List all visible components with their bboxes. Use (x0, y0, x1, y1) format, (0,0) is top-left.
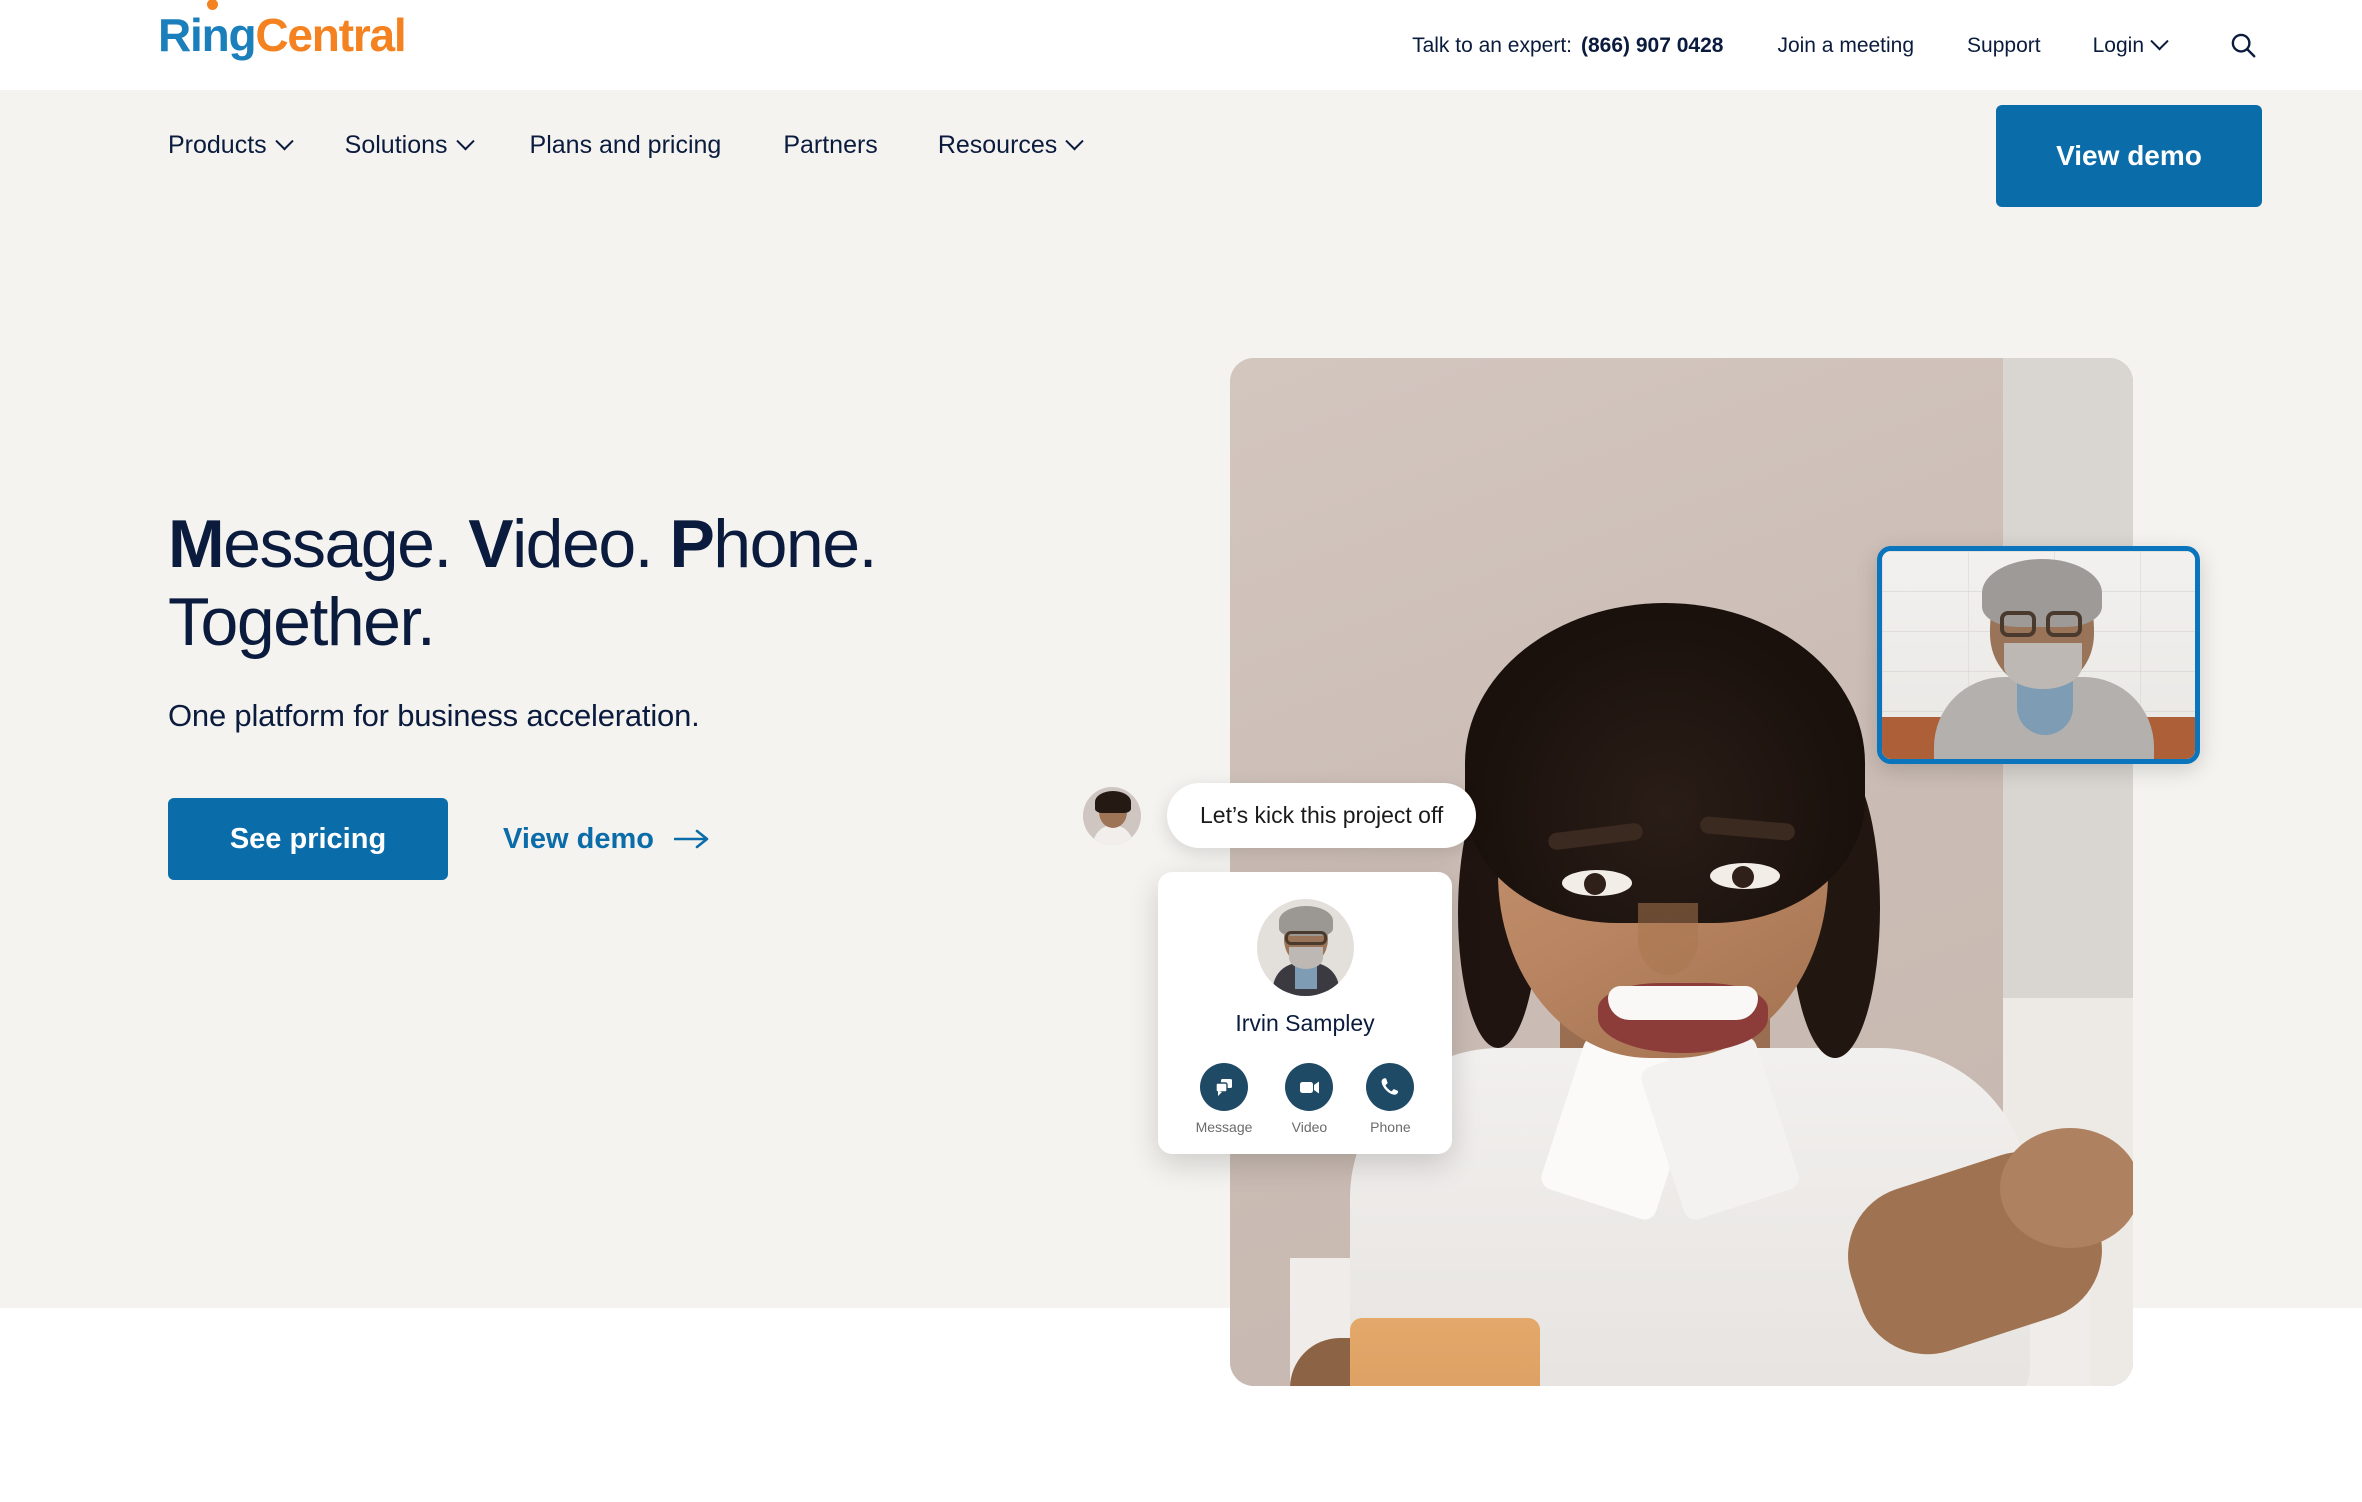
video-tile-glasses-right (2046, 611, 2082, 637)
photo-pupil-left (1584, 873, 1606, 895)
talk-to-expert[interactable]: Talk to an expert: (866) 907 0428 (1412, 35, 1723, 56)
nav-item-partners[interactable]: Partners (783, 130, 878, 159)
page-root: RingCentral Talk to an expert: (866) 907… (0, 0, 2362, 1502)
view-demo-link[interactable]: View demo (503, 823, 710, 856)
contact-action-video[interactable]: Video (1285, 1063, 1334, 1135)
headline-part-ideo: ideo. (512, 506, 670, 582)
headline-part-hone: hone. (713, 506, 877, 582)
message-icon (1215, 1079, 1232, 1096)
video-button[interactable] (1285, 1063, 1334, 1111)
message-button[interactable] (1200, 1063, 1248, 1111)
utility-links: Talk to an expert: (866) 907 0428 Join a… (1412, 0, 2362, 90)
photo-hair (1465, 603, 1865, 923)
hero-subheading: One platform for business acceleration. (168, 698, 700, 734)
search-icon (2231, 33, 2256, 58)
ringcentral-logo[interactable]: RingCentral (158, 0, 407, 61)
contact-card: Irvin Sampley Message Video Phone (1158, 872, 1452, 1154)
photo-hand (2000, 1128, 2133, 1248)
photo-mug (1350, 1318, 1540, 1386)
chevron-down-icon (455, 131, 475, 150)
headline-cap-v: V (468, 506, 513, 582)
arrow-right-icon (673, 830, 709, 849)
phone-button[interactable] (1366, 1063, 1415, 1111)
headline-cap-p: P (669, 506, 714, 582)
phone-handset-icon (1382, 1078, 1399, 1095)
contact-actions: Message Video Phone (1196, 1063, 1415, 1135)
nav-item-products[interactable]: Products (168, 130, 294, 159)
nav-item-label: Partners (783, 130, 878, 159)
contact-avatar-glasses (1284, 931, 1327, 945)
see-pricing-button[interactable]: See pricing (168, 798, 448, 881)
headline-part-essage: essage. (223, 506, 469, 582)
nav-item-resources[interactable]: Resources (937, 130, 1085, 159)
video-tile-shirt (2017, 681, 2073, 735)
nav-item-label: Solutions (344, 130, 448, 159)
avatar (1083, 786, 1141, 845)
login-menu[interactable]: Login (2092, 31, 2169, 57)
login-label: Login (2092, 33, 2144, 57)
contact-name: Irvin Sampley (1235, 1010, 1375, 1036)
talk-to-expert-label: Talk to an expert: (1412, 33, 1572, 57)
contact-action-label: Message (1195, 1119, 1253, 1135)
logo-central-text: Central (255, 9, 406, 61)
contact-action-message[interactable]: Message (1195, 1063, 1253, 1135)
primary-navigation: Products Solutions Plans and pricing Par… (0, 90, 2362, 207)
chat-bubble: Let’s kick this project off (1167, 783, 1477, 848)
contact-action-phone[interactable]: Phone (1366, 1063, 1415, 1135)
page-title: Message. Video. Phone. Together. (168, 505, 1168, 661)
search-button[interactable] (2228, 30, 2258, 60)
contact-avatar-beard (1288, 947, 1323, 969)
video-participant-tile[interactable] (1877, 546, 2200, 764)
support-link[interactable]: Support (1967, 35, 2041, 56)
logo-ring-text: Ring (158, 9, 257, 61)
chevron-down-icon (1065, 131, 1085, 150)
nav-items: Products Solutions Plans and pricing Par… (168, 90, 1085, 200)
nav-item-plans-and-pricing[interactable]: Plans and pricing (529, 130, 722, 159)
contact-avatar (1256, 899, 1354, 996)
utility-bar: RingCentral Talk to an expert: (866) 907… (0, 0, 2362, 90)
video-camera-icon (1300, 1081, 1320, 1094)
photo-pupil-right (1732, 866, 1754, 888)
photo-nose (1638, 903, 1698, 975)
nav-item-label: Products (168, 130, 267, 159)
chevron-down-icon (2150, 31, 2169, 50)
headline-cap-m: M (168, 506, 225, 582)
hero-cta-row: See pricing View demo (168, 798, 1168, 881)
expert-phone-number[interactable]: (866) 907 0428 (1581, 35, 1723, 56)
nav-item-solutions[interactable]: Solutions (344, 130, 475, 159)
contact-action-label: Phone (1370, 1119, 1411, 1135)
avatar-body (1093, 824, 1133, 845)
video-tile-glasses-left (2000, 611, 2036, 637)
view-demo-link-label: View demo (503, 822, 654, 855)
join-a-meeting-link[interactable]: Join a meeting (1777, 35, 1914, 56)
photo-teeth (1608, 986, 1758, 1020)
nav-item-label: Resources (937, 130, 1058, 159)
nav-item-label: Plans and pricing (529, 130, 722, 159)
view-demo-header-button[interactable]: View demo (1996, 105, 2262, 207)
headline-line-two: Together. (168, 584, 436, 661)
contact-action-label: Video (1291, 1119, 1328, 1135)
video-tile-beard (2004, 643, 2082, 689)
chat-message-row: Let’s kick this project off (1083, 783, 1477, 848)
avatar-hair (1095, 790, 1131, 813)
hero-copy: Message. Video. Phone. Together. One pla… (168, 505, 1168, 881)
chevron-down-icon (274, 131, 294, 150)
